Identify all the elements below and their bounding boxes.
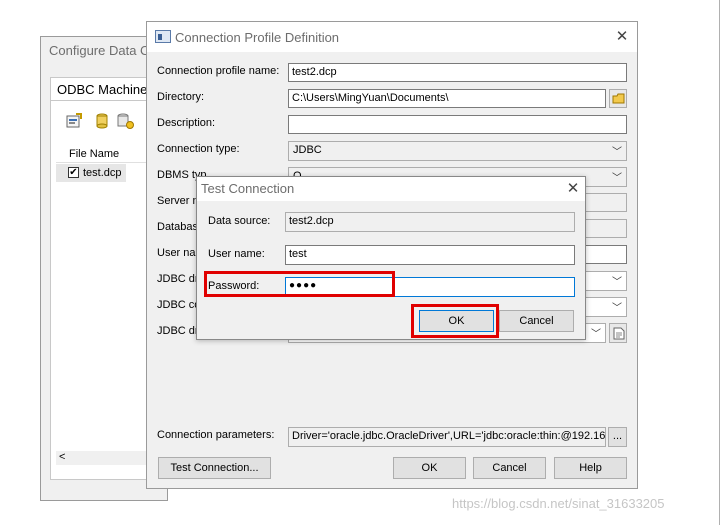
ok-button[interactable]: OK [393,457,466,479]
connection-parameters-label: Connection parameters: [157,429,275,441]
cancel-button[interactable]: Cancel [473,457,546,479]
scroll-left-icon[interactable]: < [59,451,65,463]
profile-title-bar: Connection Profile Definition ✕ [147,22,637,52]
edit-parameters-button[interactable]: ... [608,427,627,447]
browse-jar-button[interactable] [609,323,627,343]
server-name-label: Server n [157,195,199,207]
connection-parameters-input[interactable]: Driver='oracle.jdbc.OracleDriver',URL='j… [288,427,606,447]
connection-type-label: Connection type: [157,143,240,155]
test-dialog-title: Test Connection [201,181,295,196]
watermark: https://blog.csdn.net/sinat_31633205 [452,496,665,511]
chevron-down-icon: ﹀ [612,147,622,158]
profile-name-label: Connection profile name: [157,65,280,77]
test-connection-dialog: Test Connection ✕ Data source: test2.dcp… [196,176,586,340]
new-datasource-icon[interactable] [94,113,110,129]
page-divider [719,0,720,525]
user-name-label: User nar [157,247,200,259]
jdbc-driver-jar-label: JDBC dri [157,325,202,337]
folder-icon [612,93,625,104]
description-input[interactable] [288,115,627,134]
test-title-bar: Test Connection ✕ [197,177,585,201]
data-source-field: test2.dcp [285,212,575,232]
connection-type-value: JDBC [293,144,322,156]
chevron-down-icon: ﹀ [612,303,622,314]
list-item-checkbox[interactable]: ✔ [68,167,79,178]
jdbc-driver-label: JDBC dri [157,273,202,285]
password-highlight-box [204,271,395,297]
browse-folder-button[interactable] [609,89,627,108]
data-source-label: Data source: [208,215,271,227]
chevron-down-icon: ﹀ [591,329,601,340]
add-datasource-icon[interactable] [116,113,134,129]
jdbc-connection-label: JDBC co [157,299,201,311]
profile-dialog-title: Connection Profile Definition [175,30,340,45]
column-header-file-name-label: File Name [69,148,120,160]
list-item[interactable]: ✔ test.dcp [56,164,126,182]
profile-name-input[interactable]: test2.dcp [288,63,627,82]
close-icon[interactable]: ✕ [613,29,631,45]
directory-input[interactable]: C:\Users\MingYuan\Documents\ [288,89,606,108]
help-button[interactable]: Help [554,457,627,479]
app-window-icon [155,30,171,43]
ok-highlight-box [411,304,499,338]
database-label: Databas [157,221,198,233]
close-icon[interactable]: ✕ [564,181,582,197]
list-item-label: test.dcp [83,167,122,179]
chevron-down-icon: ﹀ [612,277,622,288]
properties-icon[interactable] [66,113,82,129]
user-name-input[interactable]: test [285,245,575,265]
description-label: Description: [157,117,216,129]
test-connection-button[interactable]: Test Connection... [158,457,271,479]
chevron-down-icon: ﹀ [612,173,622,184]
tab-odbc-machine-label: ODBC Machine [57,82,148,97]
connection-type-select[interactable]: JDBC ﹀ [288,141,627,161]
test-cancel-button[interactable]: Cancel [499,310,574,332]
document-icon [613,327,625,340]
user-name-label: User name: [208,248,265,260]
directory-label: Directory: [157,91,205,103]
configure-data-window-title: Configure Data C [49,43,150,58]
